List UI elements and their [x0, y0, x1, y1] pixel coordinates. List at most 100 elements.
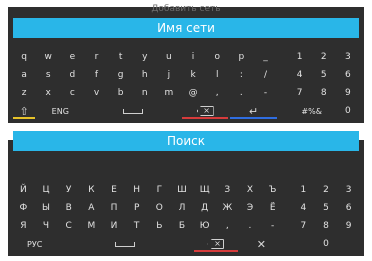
digit-key[interactable]: 7 [292, 218, 315, 234]
letter-key[interactable]: . [239, 218, 262, 234]
letter-key[interactable]: Ш [171, 182, 194, 198]
digit-key[interactable]: 7 [288, 85, 312, 101]
letter-key[interactable]: b [109, 85, 133, 101]
letter-key[interactable]: p [229, 49, 253, 65]
digit-key[interactable]: 3 [336, 49, 360, 65]
letter-key[interactable]: d [60, 67, 84, 83]
digit-key[interactable]: 1 [292, 182, 315, 198]
letter-key[interactable]: Г [148, 182, 171, 198]
digit-key[interactable]: 1 [288, 49, 312, 65]
letter-key[interactable]: П [103, 200, 126, 216]
input-title-bar[interactable]: Имя сети [13, 18, 359, 38]
language-key[interactable]: РУС [12, 236, 57, 252]
digit-key[interactable]: 9 [336, 85, 360, 101]
letter-key[interactable]: i [181, 49, 205, 65]
letter-key[interactable]: k [181, 67, 205, 83]
letter-key[interactable]: y [133, 49, 157, 65]
letter-key[interactable]: Ё [261, 200, 284, 216]
letter-key[interactable]: @ [181, 85, 205, 101]
letter-key[interactable]: . [229, 85, 253, 101]
letter-key[interactable]: : [229, 67, 253, 83]
letter-key[interactable]: С [57, 218, 80, 234]
digit-key[interactable]: 4 [288, 67, 312, 83]
language-key[interactable]: ENG [36, 103, 84, 119]
letter-key[interactable]: Я [12, 218, 35, 234]
digit-key[interactable]: 5 [315, 200, 338, 216]
input-title-bar[interactable]: Поиск [13, 131, 359, 151]
letter-key[interactable]: А [80, 200, 103, 216]
letter-key[interactable]: m [157, 85, 181, 101]
letter-key[interactable]: М [80, 218, 103, 234]
letter-key[interactable]: t [109, 49, 133, 65]
digit-key[interactable]: 8 [312, 85, 336, 101]
close-key[interactable]: ✕ [239, 236, 284, 252]
letter-key[interactable]: Х [239, 182, 262, 198]
letter-key[interactable]: Е [103, 182, 126, 198]
letter-key[interactable]: У [57, 182, 80, 198]
letter-key[interactable]: В [57, 200, 80, 216]
letter-key[interactable]: z [12, 85, 36, 101]
letter-key[interactable]: a [12, 67, 36, 83]
digit-key[interactable]: 3 [337, 182, 360, 198]
letter-key[interactable]: v [84, 85, 108, 101]
digit-key[interactable]: 2 [315, 182, 338, 198]
letter-key[interactable]: Б [171, 218, 194, 234]
letter-key[interactable]: Л [171, 200, 194, 216]
letter-key[interactable]: О [148, 200, 171, 216]
letter-key[interactable]: / [253, 67, 277, 83]
digit-key[interactable]: 0 [315, 236, 338, 252]
letter-key[interactable]: Р [125, 200, 148, 216]
backspace-key[interactable]: × [181, 103, 229, 119]
letter-key[interactable]: _ [253, 49, 277, 65]
digit-key[interactable]: 6 [337, 200, 360, 216]
letter-key[interactable]: s [36, 67, 60, 83]
letter-key[interactable]: j [157, 67, 181, 83]
digit-key[interactable]: 5 [312, 67, 336, 83]
letter-key[interactable]: r [84, 49, 108, 65]
space-key[interactable] [109, 103, 157, 119]
letter-key[interactable]: u [157, 49, 181, 65]
letter-key[interactable]: Й [12, 182, 35, 198]
digit-key[interactable]: 4 [292, 200, 315, 216]
letter-key[interactable]: Ж [216, 200, 239, 216]
letter-key[interactable]: h [133, 67, 157, 83]
letter-key[interactable]: x [36, 85, 60, 101]
letter-key[interactable]: g [109, 67, 133, 83]
digit-key[interactable]: 8 [315, 218, 338, 234]
letter-key[interactable]: Э [239, 200, 262, 216]
letter-key[interactable]: З [216, 182, 239, 198]
letter-key[interactable]: q [12, 49, 36, 65]
digit-key[interactable]: 9 [337, 218, 360, 234]
digit-key[interactable]: 6 [336, 67, 360, 83]
enter-key[interactable]: ↵ [229, 103, 277, 119]
letter-key[interactable]: Т [125, 218, 148, 234]
letter-key[interactable]: , [216, 218, 239, 234]
backspace-key[interactable]: × [193, 236, 238, 252]
letter-key[interactable]: Ц [35, 182, 58, 198]
letter-key[interactable]: Ф [12, 200, 35, 216]
letter-key[interactable]: Ь [148, 218, 171, 234]
symbols-key[interactable]: #%& [288, 103, 336, 119]
letter-key[interactable]: Д [193, 200, 216, 216]
shift-key[interactable]: ⇧ [12, 103, 36, 119]
letter-key[interactable]: Щ [193, 182, 216, 198]
letter-key[interactable]: n [133, 85, 157, 101]
letter-key[interactable]: - [253, 85, 277, 101]
digit-key[interactable]: 0 [336, 103, 360, 119]
letter-key[interactable]: , [205, 85, 229, 101]
letter-key[interactable]: Ч [35, 218, 58, 234]
letter-key[interactable]: o [205, 49, 229, 65]
letter-key[interactable]: Ы [35, 200, 58, 216]
letter-key[interactable]: И [103, 218, 126, 234]
letter-key[interactable]: - [261, 218, 284, 234]
letter-key[interactable]: e [60, 49, 84, 65]
letter-key[interactable]: К [80, 182, 103, 198]
letter-key[interactable]: Ъ [261, 182, 284, 198]
space-key[interactable] [103, 236, 148, 252]
letter-key[interactable]: w [36, 49, 60, 65]
letter-key[interactable]: Н [125, 182, 148, 198]
letter-key[interactable]: f [84, 67, 108, 83]
letter-key[interactable]: l [205, 67, 229, 83]
letter-key[interactable]: c [60, 85, 84, 101]
letter-key[interactable]: Ю [193, 218, 216, 234]
